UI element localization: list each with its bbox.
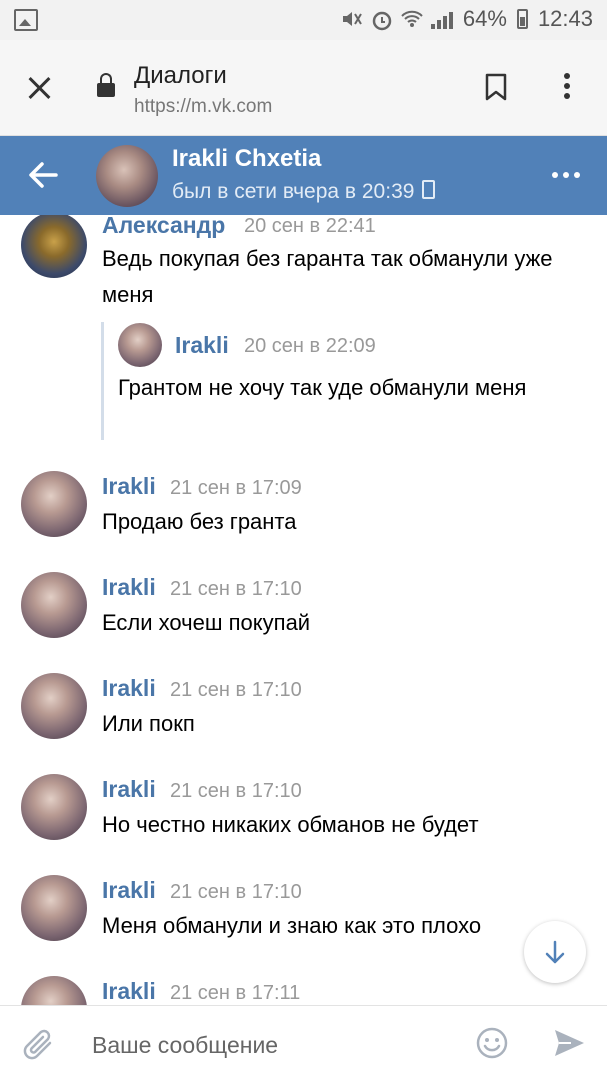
message-text: Продаю без гранта [102,509,297,534]
message-author[interactable]: Irakli [102,675,156,702]
dialog-header: Irakli Chxetia был в сети вчера в 20:39 [0,136,607,215]
message-input[interactable] [90,1024,464,1066]
avatar[interactable] [21,774,87,840]
message-text: Меня обманули и знаю как это плохо [102,913,482,938]
contact-status: был в сети вчера в 20:39 [172,180,436,204]
avatar[interactable] [118,323,162,367]
mobile-icon [422,180,436,199]
lock-icon [97,73,115,98]
status-bar: 64% 12:43 [0,0,607,40]
back-arrow-icon[interactable] [26,158,60,192]
message-time: 21 сен в 17:11 [170,982,301,1004]
message-author[interactable]: Irakli [102,877,156,904]
avatar[interactable] [21,215,87,278]
mute-icon [341,9,362,29]
send-icon[interactable] [552,1026,586,1060]
alarm-icon [371,9,392,31]
avatar[interactable] [21,976,87,1005]
page-url[interactable]: https://m.vk.com [134,96,272,118]
message-time: 21 сен в 17:10 [170,881,302,903]
message-author[interactable]: Irakli [102,978,156,1005]
bookmark-icon[interactable] [485,73,507,101]
message-text: Но честно никаких обманов не будет [102,812,479,837]
scroll-down-button[interactable] [524,921,586,983]
contact-name[interactable]: Irakli Chxetia [172,145,321,173]
message-text: Ведь покупая без гаранта так обманули уж… [102,246,553,307]
message-time: 21 сен в 17:10 [170,679,302,701]
page-title: Диалоги [134,62,227,89]
avatar[interactable] [21,471,87,537]
reply-author[interactable]: Irakli [175,332,229,359]
arrow-down-icon [545,940,565,964]
close-tab-button[interactable] [24,72,56,104]
browser-toolbar: Диалоги https://m.vk.com [0,40,607,136]
avatar[interactable] [21,875,87,941]
reply-text: Грантом не хочу так уде обманули меня [118,375,527,400]
message-text: Или покп [102,711,195,736]
paperclip-icon[interactable] [22,1026,56,1062]
message-feed[interactable]: Александр 20 сен в 22:41 Ведь покупая бе… [0,215,607,1005]
clock: 12:43 [537,6,593,31]
message-time: 20 сен в 22:41 [244,215,376,237]
signal-icon [430,9,453,29]
contact-status-text: был в сети вчера в 20:39 [172,180,415,203]
more-options-icon[interactable] [552,172,580,178]
wifi-icon [401,9,423,29]
message-time: 21 сен в 17:10 [170,780,302,802]
message-author[interactable]: Irakli [102,574,156,601]
status-icons: 64% 12:43 [341,6,593,32]
message-time: 21 сен в 17:10 [170,578,302,600]
message-composer [0,1005,607,1081]
message-time: 21 сен в 17:09 [170,477,302,499]
battery-icon [516,9,528,29]
avatar[interactable] [21,673,87,739]
battery-percent: 64% [462,6,507,31]
overflow-menu-icon[interactable] [563,73,571,103]
message-text: Если хочеш покупай [102,610,311,635]
avatar[interactable] [21,572,87,638]
contact-avatar[interactable] [96,145,158,207]
message-author[interactable]: Александр [102,215,225,239]
gallery-notification-icon [14,9,38,31]
reply-time: 20 сен в 22:09 [244,335,376,357]
reply-bar [101,322,104,440]
message-author[interactable]: Irakli [102,776,156,803]
message-author[interactable]: Irakli [102,473,156,500]
emoji-icon[interactable] [475,1026,509,1060]
